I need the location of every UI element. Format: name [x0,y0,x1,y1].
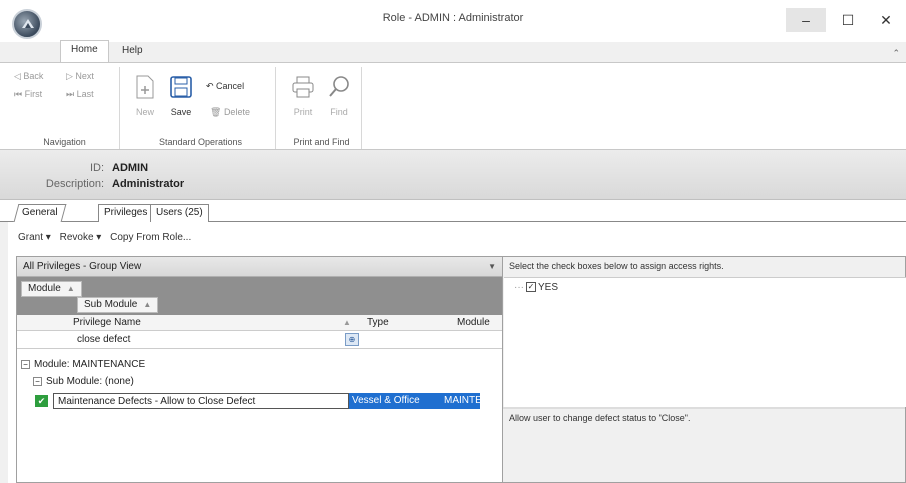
access-rights-instruction: Select the check boxes below to assign a… [509,261,724,271]
filter-row: close defect ⊕ [17,331,502,349]
ribbon-collapse-icon[interactable]: ⌃ [892,48,900,59]
filter-icon[interactable]: ⊕ [345,333,359,346]
minimize-button[interactable]: – [786,8,826,32]
group-row-submodule[interactable]: − Sub Module: (none) [33,374,134,390]
filter-input-name[interactable]: close defect [77,331,130,349]
ribbon-group-label: Navigation [43,137,86,147]
ribbon-group-label: Print and Find [293,137,350,147]
cancel-button[interactable]: ↶ Cancel [206,81,244,92]
delete-button[interactable]: 🗑 Delete [210,107,250,118]
ribbon: ◁ Back ▷ Next ⏮ First ⏭ Last Navigation … [0,62,906,150]
new-document-icon [130,73,160,101]
group-row-module[interactable]: − Module: MAINTENANCE [21,357,145,373]
delete-icon: 🗑 [210,107,224,117]
undo-icon: ↶ [206,81,217,91]
print-button[interactable]: Print [288,73,318,117]
ribbon-group-label: Standard Operations [158,137,243,147]
checkbox-checked-icon[interactable]: ✓ [526,282,536,293]
sort-arrow-icon: ▲ [66,284,75,293]
column-header-module[interactable]: Module [457,315,490,331]
id-value: ADMIN [112,162,149,174]
granted-check-icon[interactable]: ✔ [35,395,48,407]
save-icon [166,73,196,101]
back-button[interactable]: ◁ Back [14,71,43,82]
id-label: ID: [89,162,104,174]
title-bar: Role - ADMIN : Administrator – ☐ ✕ [0,0,906,42]
access-rights-panel: Select the check boxes below to assign a… [502,256,906,483]
chevron-down-icon: ▼ [488,262,496,271]
privileges-grid: All Privileges - Group View ▼ Module ▲ Su… [16,256,503,483]
privileges-content: Grant ▾ Revoke ▾ Copy From Role... All P… [8,222,906,483]
window-title: Role - ADMIN : Administrator [382,12,524,24]
sort-arrow-icon: ▲ [343,318,351,327]
group-chip-submodule[interactable]: Sub Module ▲ [77,297,159,313]
magnifier-icon [324,73,354,101]
cell-type: Vessel & Office [349,393,441,409]
next-button[interactable]: ▷ Next [66,71,94,82]
record-header: ID: ADMIN Description: Administrator [0,150,906,200]
tab-strip: General Privileges Users (25) [0,200,906,222]
copy-from-role-button[interactable]: Copy From Role... [110,232,191,243]
cell-privilege-name: Maintenance Defects - Allow to Close Def… [53,393,349,409]
grant-dropdown[interactable]: Grant ▾ [18,232,51,243]
ribbon-group-print-find: Print Find Print and Find [282,67,362,149]
close-button[interactable]: ✕ [866,8,906,32]
cell-module: MAINTE [441,393,480,409]
column-headers: Privilege Name ▲ Type Module [17,315,502,331]
description-label: Description: [45,178,104,190]
tree-line-icon: ··· [514,282,524,293]
last-button[interactable]: ⏭ Last [66,89,94,100]
collapse-icon[interactable]: − [33,376,42,386]
splitter[interactable] [503,407,905,409]
group-by-panel: Module ▲ Sub Module ▲ [17,277,502,315]
column-header-name[interactable]: Privilege Name [73,315,141,331]
access-rights-tree: ··· ✓ YES [504,277,906,407]
group-chip-module[interactable]: Module ▲ [21,281,82,297]
ribbon-group-standard: New Save ↶ Cancel 🗑 Delete Standard Oper… [126,67,276,149]
description-value: Administrator [112,178,185,190]
sort-arrow-icon: ▲ [143,300,152,309]
ribbon-group-navigation: ◁ Back ▷ Next ⏮ First ⏭ Last Navigation [10,67,120,149]
tab-general[interactable]: General [13,204,66,222]
find-button[interactable]: Find [324,73,354,117]
collapse-icon[interactable]: − [21,359,30,369]
revoke-dropdown[interactable]: Revoke ▾ [60,232,102,243]
tab-privileges[interactable]: Privileges [98,204,154,222]
column-header-type[interactable]: Type [367,315,389,331]
first-button[interactable]: ⏮ First [14,89,42,100]
tab-users[interactable]: Users (25) [150,204,209,222]
privilege-description: Allow user to change defect status to "C… [509,413,691,423]
privileges-toolbar: Grant ▾ Revoke ▾ Copy From Role... [18,232,197,243]
printer-icon [288,73,318,101]
menu-tab-home[interactable]: Home [60,40,109,62]
new-button[interactable]: New [130,73,160,117]
tree-node-yes[interactable]: ··· ✓ YES [514,282,558,293]
table-row[interactable]: ✔ Maintenance Defects - Allow to Close D… [17,393,480,409]
save-button[interactable]: Save [166,73,196,117]
maximize-button[interactable]: ☐ [828,8,868,32]
view-selector[interactable]: All Privileges - Group View ▼ [17,257,502,277]
menu-tab-help[interactable]: Help [112,42,153,62]
